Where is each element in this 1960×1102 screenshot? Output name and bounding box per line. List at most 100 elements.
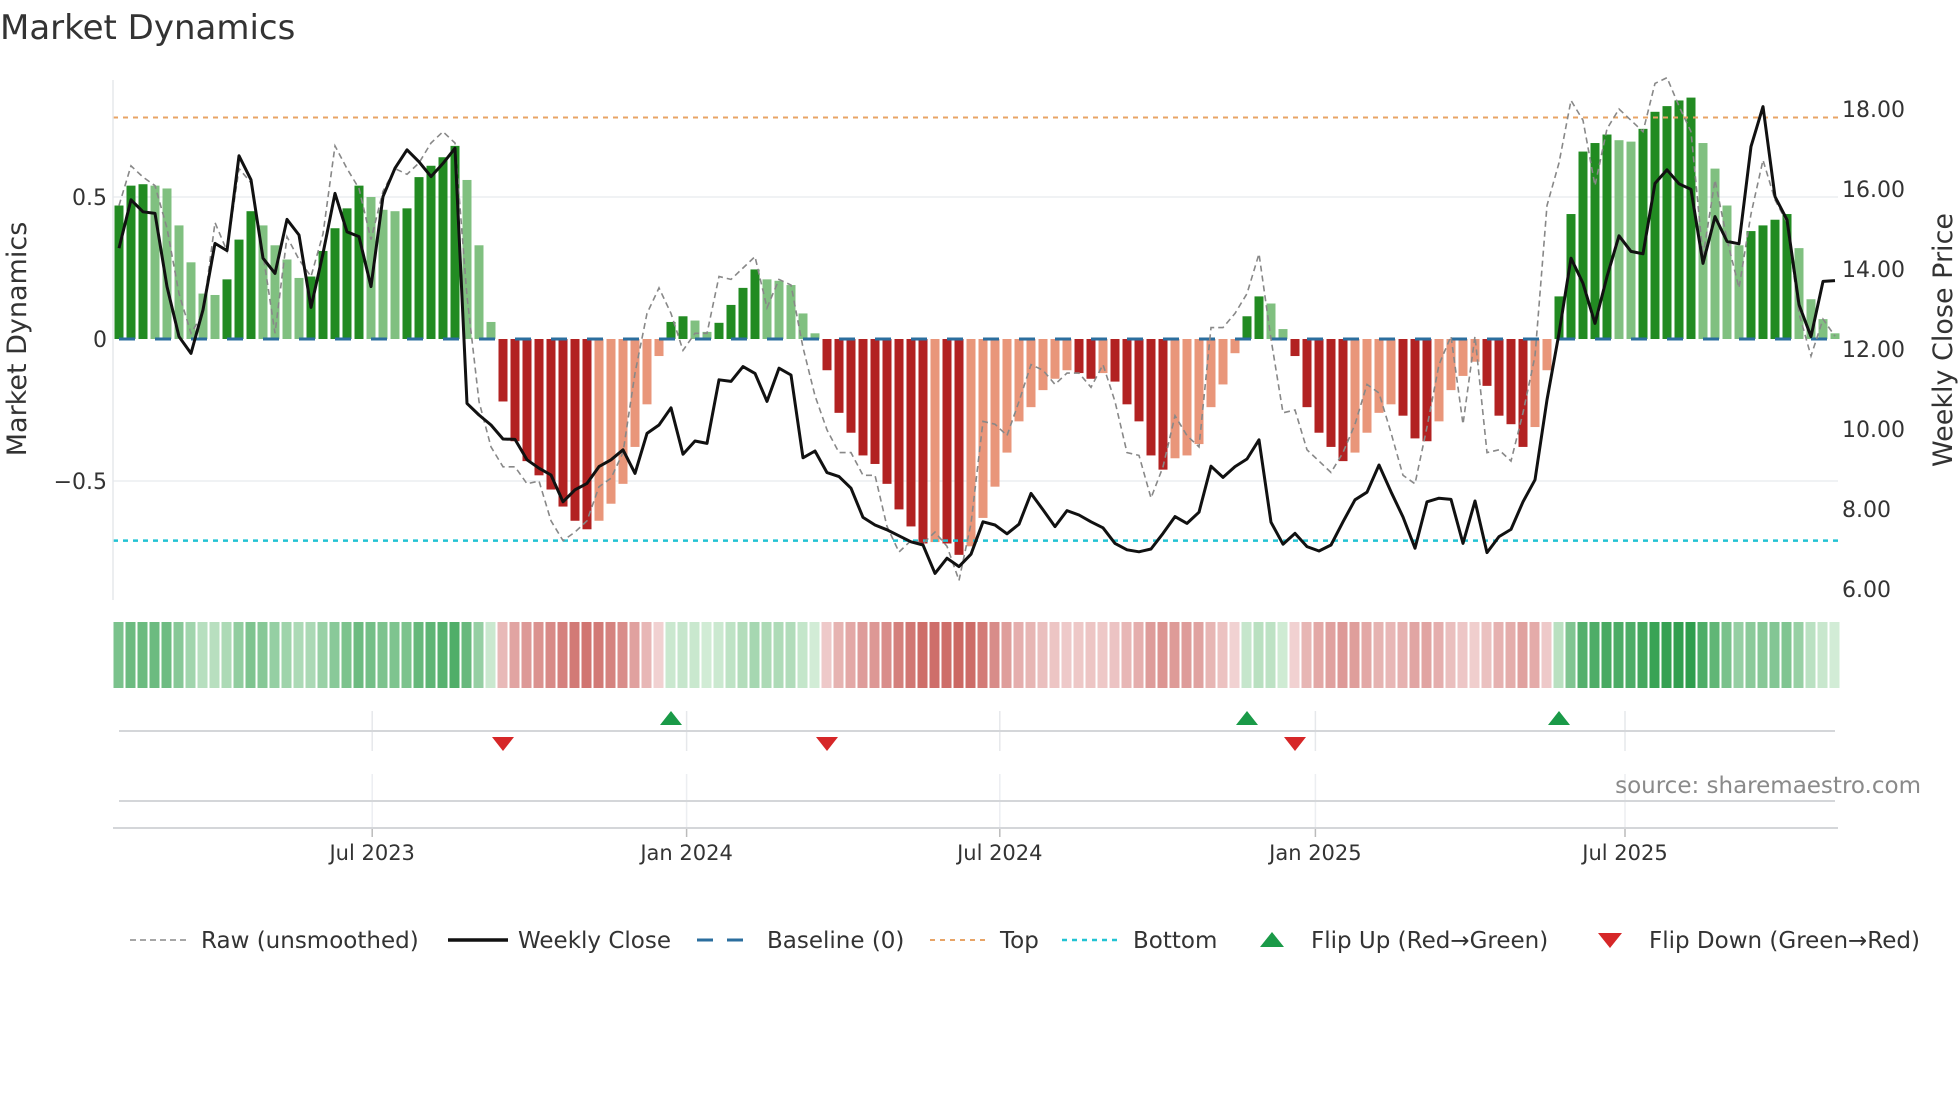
heat-cell bbox=[1121, 622, 1132, 688]
flip-down-marker bbox=[492, 737, 514, 751]
flip-up-marker bbox=[660, 711, 682, 725]
heat-cell bbox=[833, 622, 844, 688]
heat-cell bbox=[449, 622, 460, 688]
dynamics-bar bbox=[1734, 245, 1744, 339]
heat-cell bbox=[893, 622, 904, 688]
heat-cell bbox=[725, 622, 736, 688]
dynamics-bar bbox=[426, 165, 436, 339]
heat-cell bbox=[401, 622, 412, 688]
heat-cell bbox=[1589, 622, 1600, 688]
dynamics-bar bbox=[330, 228, 340, 339]
heat-strip bbox=[113, 622, 1840, 688]
heat-cell bbox=[1181, 622, 1192, 688]
y-left-tick-label: 0 bbox=[93, 328, 107, 353]
heat-cell bbox=[1169, 622, 1180, 688]
dynamics-bar bbox=[930, 339, 940, 543]
heat-cell bbox=[137, 622, 148, 688]
dynamics-bar bbox=[1254, 296, 1264, 339]
dynamics-bar bbox=[978, 339, 988, 518]
heat-cell bbox=[389, 622, 400, 688]
heat-cell bbox=[1541, 622, 1552, 688]
legend-item-baseline: Baseline (0) bbox=[697, 928, 904, 954]
heat-cell bbox=[1613, 622, 1624, 688]
dynamics-bar bbox=[1446, 339, 1456, 391]
dynamics-bar bbox=[510, 339, 520, 442]
dynamics-bar bbox=[654, 339, 664, 357]
heat-cell bbox=[857, 622, 868, 688]
dynamics-bar bbox=[714, 322, 724, 339]
heat-cell bbox=[629, 622, 640, 688]
dynamics-bar bbox=[1266, 303, 1276, 339]
dynamics-bar bbox=[210, 294, 220, 339]
heat-cell bbox=[653, 622, 664, 688]
y-right-tick-label: 8.00 bbox=[1842, 498, 1891, 523]
heat-cell bbox=[257, 622, 268, 688]
heat-cell bbox=[293, 622, 304, 688]
legend-label: Flip Down (Green→Red) bbox=[1649, 928, 1920, 954]
dynamics-bar bbox=[1410, 339, 1420, 439]
heat-cell bbox=[149, 622, 160, 688]
heat-cell bbox=[497, 622, 508, 688]
dynamics-bar bbox=[690, 320, 700, 339]
heat-cell bbox=[1805, 622, 1816, 688]
heat-cell bbox=[1205, 622, 1216, 688]
dynamics-bar bbox=[522, 339, 532, 462]
dynamics-bar bbox=[774, 280, 784, 339]
legend: Raw (unsmoothed) Weekly Close Baseline (0)… bbox=[130, 928, 1920, 954]
dynamics-bar bbox=[546, 339, 556, 490]
heat-cell bbox=[569, 622, 580, 688]
dynamics-bar bbox=[1350, 339, 1360, 453]
heat-cell bbox=[761, 622, 772, 688]
heat-cell bbox=[1097, 622, 1108, 688]
legend-item-top: Top bbox=[930, 928, 1039, 954]
dynamics-bars bbox=[114, 97, 1840, 555]
heat-cell bbox=[1085, 622, 1096, 688]
dynamics-bar bbox=[1110, 339, 1120, 382]
heat-cell bbox=[593, 622, 604, 688]
dynamics-bar bbox=[282, 259, 292, 339]
heat-cell bbox=[413, 622, 424, 688]
heat-cell bbox=[1385, 622, 1396, 688]
y-right-tick-label: 14.00 bbox=[1842, 258, 1905, 283]
heat-cell bbox=[665, 622, 676, 688]
dynamics-bar bbox=[1158, 339, 1168, 470]
dynamics-bar bbox=[1626, 141, 1636, 339]
dynamics-bar bbox=[1302, 339, 1312, 408]
dynamics-bar bbox=[618, 339, 628, 484]
heat-cell bbox=[1433, 622, 1444, 688]
dynamics-bar bbox=[1686, 97, 1696, 339]
dynamics-bar bbox=[534, 339, 544, 476]
dynamics-bar bbox=[582, 339, 592, 530]
dynamics-bar bbox=[738, 287, 748, 339]
heat-cell bbox=[377, 622, 388, 688]
heat-cell bbox=[845, 622, 856, 688]
dynamics-bar bbox=[750, 269, 760, 339]
dynamics-bar bbox=[1338, 339, 1348, 462]
heat-cell bbox=[317, 622, 328, 688]
dynamics-bar bbox=[1386, 339, 1396, 405]
heat-cell bbox=[581, 622, 592, 688]
dynamics-bar bbox=[486, 321, 496, 339]
heat-cell bbox=[809, 622, 820, 688]
heat-cell bbox=[881, 622, 892, 688]
heat-cell bbox=[365, 622, 376, 688]
heat-cell bbox=[785, 622, 796, 688]
heat-cell bbox=[953, 622, 964, 688]
legend-label: Weekly Close bbox=[518, 928, 671, 954]
heat-cell bbox=[1745, 622, 1756, 688]
heat-cell bbox=[989, 622, 1000, 688]
heat-cell bbox=[533, 622, 544, 688]
dynamics-bar bbox=[1098, 339, 1108, 374]
heat-cell bbox=[1337, 622, 1348, 688]
heat-cell bbox=[1493, 622, 1504, 688]
dynamics-bar bbox=[1398, 339, 1408, 416]
heat-cell bbox=[917, 622, 928, 688]
heat-cell bbox=[713, 622, 724, 688]
dynamics-bar bbox=[402, 208, 412, 339]
heat-cell bbox=[1217, 622, 1228, 688]
y-right-tick-label: 18.00 bbox=[1842, 98, 1905, 123]
heat-cell bbox=[1049, 622, 1060, 688]
flip-down-icon bbox=[1598, 933, 1622, 948]
y-left-tick-label: 0.5 bbox=[72, 186, 107, 211]
dynamics-bar bbox=[870, 339, 880, 464]
